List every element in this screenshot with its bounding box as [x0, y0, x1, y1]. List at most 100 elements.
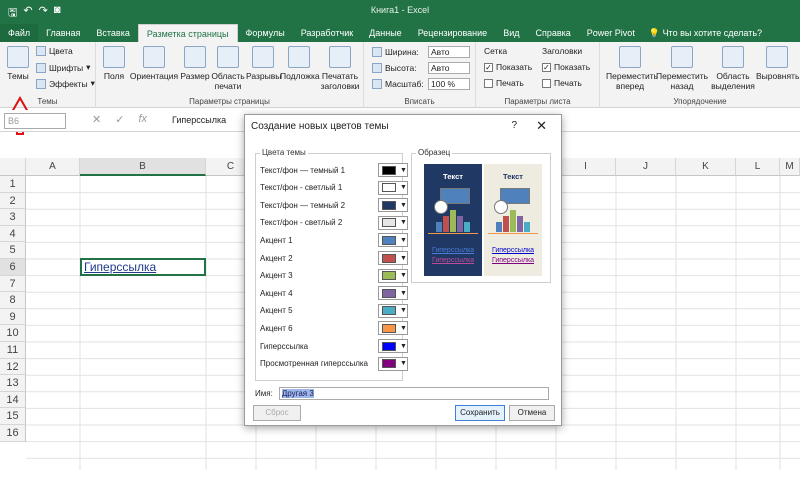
theme-color-row: Акцент 2 ▼ [260, 250, 408, 266]
tab-view[interactable]: Вид [495, 24, 527, 42]
column-header[interactable]: M [780, 158, 800, 176]
width-label: Ширина: [385, 47, 419, 57]
theme-color-row: Просмотренная гиперссылка ▼ [260, 356, 408, 372]
selection-pane-label: Область выделения [711, 71, 755, 91]
tell-me-box[interactable]: 💡 Что вы хотите сделать? [643, 24, 762, 42]
formula-input[interactable]: Гиперссылка [172, 115, 226, 125]
tab-insert[interactable]: Вставка [88, 24, 137, 42]
color-picker-button[interactable]: ▼ [378, 303, 408, 318]
tab-formulas[interactable]: Формулы [238, 24, 293, 42]
effects-button[interactable]: Эффекты ▾ [36, 78, 95, 89]
tab-review[interactable]: Рецензирование [410, 24, 496, 42]
tab-developer[interactable]: Разработчик [293, 24, 361, 42]
breaks-button[interactable]: Разрывы [246, 46, 281, 81]
print-titles-icon [329, 46, 351, 68]
width-control: Ширина: Авто [372, 46, 470, 58]
send-backward-button[interactable]: Переместить назад [656, 46, 708, 91]
cancel-button[interactable]: Отмена [509, 405, 555, 421]
sample-bar [457, 216, 463, 232]
gridlines-print-checkbox[interactable]: Печать [484, 78, 524, 88]
function-icon[interactable]: fx [138, 113, 147, 126]
group-label-arrange: Упорядочение [673, 97, 727, 106]
ribbon: Темы Цвета Шрифты ▾ Эффекты ▾ Темы Поля … [0, 42, 800, 108]
sample-dark-circle [434, 200, 448, 214]
height-select[interactable]: Авто [428, 62, 470, 74]
width-select[interactable]: Авто [428, 46, 470, 58]
colors-button[interactable]: Цвета [36, 46, 73, 56]
color-picker-button[interactable]: ▼ [378, 163, 408, 177]
sample-bar [503, 216, 509, 232]
dropdown-arrow-icon: ▼ [400, 201, 407, 209]
color-picker-button[interactable]: ▼ [378, 321, 408, 336]
tab-home[interactable]: Главная [38, 24, 88, 42]
size-button[interactable]: Размер [180, 46, 210, 81]
headings-print-checkbox[interactable]: Печать [542, 78, 582, 88]
align-button[interactable]: Выровнять [756, 46, 799, 81]
column-header[interactable]: I [556, 158, 616, 176]
headings-view-checkbox[interactable]: ✓ Показать [542, 62, 590, 72]
theme-color-row: Акцент 1 ▼ [260, 232, 408, 248]
help-button[interactable]: ? [511, 120, 517, 131]
color-picker-button[interactable]: ▼ [378, 180, 408, 195]
theme-color-label: Текст/фон — темный 1 [260, 165, 346, 175]
name-box[interactable]: B6 [4, 113, 66, 129]
reset-button[interactable]: Сброс [253, 405, 301, 421]
theme-color-label: Гиперссылка [260, 341, 309, 351]
color-picker-button[interactable]: ▼ [378, 339, 408, 353]
orientation-button[interactable]: Ориентация [128, 46, 180, 81]
scale-control: Масштаб: 100 % [372, 78, 470, 90]
sample-light-visited: Гиперссылка [491, 257, 535, 264]
tab-page-layout[interactable]: Разметка страницы [137, 24, 238, 42]
sample-light-text: Текст [503, 172, 523, 181]
color-picker-button[interactable]: ▼ [378, 251, 408, 265]
bring-forward-button[interactable]: Переместить вперед [606, 46, 658, 91]
tab-help[interactable]: Справка [527, 24, 578, 42]
window-title: Книга1 - Excel [370, 5, 430, 15]
name-input[interactable]: Другая 3 [278, 387, 549, 400]
cell-b6-hyperlink[interactable]: Гиперссылка [80, 258, 206, 276]
print-titles-button[interactable]: Печатать заголовки [318, 46, 362, 91]
enter-icon[interactable]: ✓ [115, 113, 124, 126]
fonts-button[interactable]: Шрифты ▾ [36, 62, 90, 73]
color-picker-button[interactable]: ▼ [378, 198, 408, 213]
sample-dark-text: Текст [443, 172, 463, 181]
print-area-button[interactable]: Область печати [210, 46, 246, 91]
cancel-icon[interactable]: ✕ [92, 113, 101, 126]
save-button[interactable]: Сохранить [455, 405, 505, 421]
color-picker-button[interactable]: ▼ [378, 268, 408, 283]
checkmark-icon: ✓ [484, 62, 493, 72]
margins-button[interactable]: Поля [100, 46, 128, 81]
color-picker-button[interactable]: ▼ [378, 356, 408, 371]
background-button[interactable]: Подложка [280, 46, 320, 81]
gridlines-title: Сетка [484, 46, 508, 56]
scale-input[interactable]: 100 % [428, 78, 470, 90]
column-header[interactable]: L [736, 158, 780, 176]
print-titles-label: Печатать заголовки [320, 71, 360, 91]
tab-file[interactable]: Файл [0, 24, 39, 42]
theme-color-row: Гиперссылка ▼ [260, 338, 408, 354]
tab-power-pivot[interactable]: Power Pivot [579, 24, 643, 42]
column-header[interactable]: A [26, 158, 80, 176]
dropdown-arrow-icon: ▼ [400, 307, 407, 315]
color-picker-button[interactable]: ▼ [378, 286, 408, 301]
column-header[interactable]: K [676, 158, 736, 176]
gridlines-view-checkbox[interactable]: ✓ Показать [484, 62, 532, 72]
group-scale-to-fit: Ширина: Авто Высота: Авто Масштаб: 100 % Вп… [364, 42, 476, 108]
theme-color-label: Акцент 2 [260, 253, 293, 263]
tab-data[interactable]: Данные [361, 24, 410, 42]
ribbon-tabs: Файл Главная Вставка Разметка страницы Ф… [0, 22, 800, 42]
color-picker-button[interactable]: ▼ [378, 233, 408, 248]
empty-checkbox-icon [542, 78, 551, 88]
dropdown-arrow-icon: ▼ [400, 360, 407, 368]
headings-title: Заголовки [542, 46, 583, 56]
selection-pane-button[interactable]: Область выделения [710, 46, 756, 91]
close-button[interactable]: ✕ [536, 118, 547, 134]
color-swatch [382, 341, 396, 351]
column-header[interactable]: J [616, 158, 676, 176]
title-bar: 🖫 ↶ ↷ ◙ Книга1 - Excel [0, 0, 800, 22]
sample-dark-link: Гиперссылка [431, 247, 475, 254]
select-all-corner[interactable] [0, 158, 26, 176]
themes-button[interactable]: Темы [4, 46, 32, 81]
column-header[interactable]: B [80, 158, 206, 176]
color-picker-button[interactable]: ▼ [378, 215, 408, 230]
